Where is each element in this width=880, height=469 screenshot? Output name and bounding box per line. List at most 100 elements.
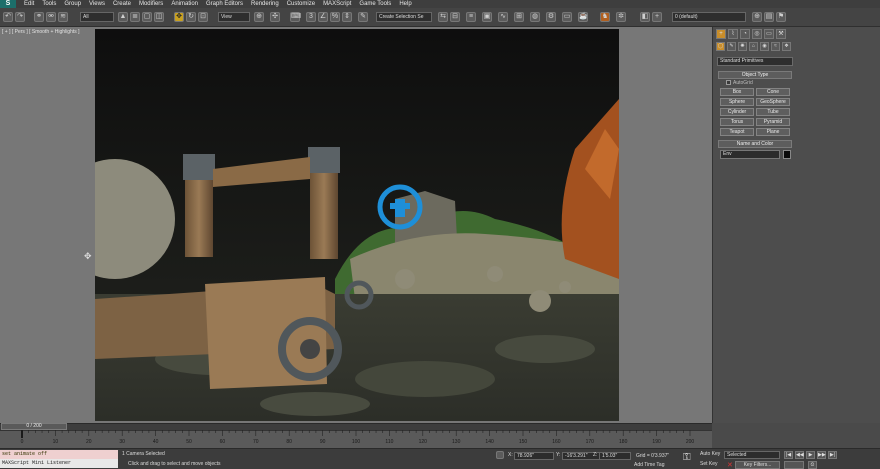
plane-button[interactable]: Plane	[756, 128, 790, 136]
layer-properties-icon[interactable]: ⚑	[776, 12, 786, 22]
selection-region-icon[interactable]: ▢	[142, 12, 152, 22]
reference-coord-select[interactable]: View	[218, 12, 250, 22]
select-manipulate-icon[interactable]: ✣	[270, 12, 280, 22]
box-button[interactable]: Box	[720, 88, 754, 96]
time-slider[interactable]	[0, 423, 712, 430]
auto-key-button[interactable]: Auto Key	[700, 451, 720, 457]
time-slider-thumb[interactable]: 0 / 200	[1, 423, 67, 430]
menu-rendering[interactable]: Rendering	[251, 1, 279, 7]
create-layer-icon[interactable]: +	[652, 12, 662, 22]
layer-add-icon[interactable]: ⊕	[752, 12, 762, 22]
name-and-color-rollout[interactable]: Name and Color	[718, 140, 792, 148]
window-crossing-icon[interactable]: ◫	[154, 12, 164, 22]
redo-icon[interactable]: ↷	[15, 12, 25, 22]
menu-group[interactable]: Group	[64, 1, 81, 7]
pyramid-button[interactable]: Pyramid	[756, 118, 790, 126]
menu-modifiers[interactable]: Modifiers	[139, 1, 163, 7]
render-setup-icon[interactable]: ⚙	[546, 12, 556, 22]
settings-gear-icon[interactable]: ✲	[616, 12, 626, 22]
teapot-button[interactable]: Teapot	[720, 128, 754, 136]
geosphere-button[interactable]: GeoSphere	[756, 98, 790, 106]
graphite-ribbon-icon[interactable]: ▣	[482, 12, 492, 22]
add-time-tag-button[interactable]: Add Time Tag	[634, 462, 664, 468]
current-frame-marker[interactable]	[21, 430, 23, 438]
z-coordinate-field[interactable]: 1'5.03"	[599, 452, 631, 460]
current-frame-field[interactable]	[784, 461, 804, 469]
play-icon[interactable]: ▶	[806, 451, 815, 459]
select-move-icon[interactable]: ✥	[174, 12, 184, 22]
hierarchy-tab-icon[interactable]: ◔	[740, 29, 750, 39]
layer-manager-icon[interactable]: ≡	[466, 12, 476, 22]
cameras-icon[interactable]: ⌂	[749, 42, 758, 51]
systems-icon[interactable]: ❖	[782, 42, 791, 51]
torus-button[interactable]: Torus	[720, 118, 754, 126]
selection-filter-select[interactable]: All	[80, 12, 114, 22]
mirror-icon[interactable]: ⇆	[438, 12, 448, 22]
geometry-icon[interactable]: ◯	[716, 42, 725, 51]
cylinder-button[interactable]: Cylinder	[720, 108, 754, 116]
keyboard-shortcut-icon[interactable]: ⌨	[290, 12, 301, 22]
select-scale-icon[interactable]: ⊡	[198, 12, 208, 22]
perspective-viewport[interactable]	[95, 29, 619, 421]
menu-views[interactable]: Views	[89, 1, 105, 7]
primitive-category-select[interactable]: Standard Primitives	[717, 57, 793, 66]
helpers-icon[interactable]: ◉	[760, 42, 769, 51]
app-logo-button[interactable]: S	[0, 0, 16, 8]
viewport-label[interactable]: [ + ] [ Pers ] [ Smooth + Highlights ]	[2, 29, 80, 35]
link-icon[interactable]: ⚭	[34, 12, 44, 22]
named-selection-sets-select[interactable]: Create Selection Se	[376, 12, 432, 22]
layer-select-objects-icon[interactable]: ▤	[764, 12, 774, 22]
space-warps-icon[interactable]: ≈	[771, 42, 780, 51]
menu-customize[interactable]: Customize	[287, 1, 315, 7]
select-by-name-icon[interactable]: ≣	[130, 12, 140, 22]
schematic-view-icon[interactable]: ⊞	[514, 12, 524, 22]
render-production-icon[interactable]: ☕	[578, 12, 588, 22]
edit-named-selection-icon[interactable]: ✎	[358, 12, 368, 22]
menu-tools[interactable]: Tools	[42, 1, 56, 7]
key-icon[interactable]: ⚿	[683, 452, 691, 463]
create-tab-icon[interactable]: +	[716, 29, 726, 39]
key-mode-select[interactable]: Selected	[724, 451, 780, 459]
menu-graph-editors[interactable]: Graph Editors	[206, 1, 243, 7]
set-key-button[interactable]: Set Key	[700, 461, 718, 467]
motion-tab-icon[interactable]: ◎	[752, 29, 762, 39]
select-rotate-icon[interactable]: ↻	[186, 12, 196, 22]
character-tool-icon[interactable]: ♞	[600, 12, 610, 22]
menu-game-tools[interactable]: Game Tools	[359, 1, 391, 7]
spinner-snap-icon[interactable]: ⇕	[342, 12, 352, 22]
undo-icon[interactable]: ↶	[3, 12, 13, 22]
previous-frame-icon[interactable]: ◀◀	[795, 451, 804, 459]
menu-animation[interactable]: Animation	[171, 1, 198, 7]
layer-select[interactable]: 0 (default)	[672, 12, 746, 22]
display-tab-icon[interactable]: ▭	[764, 29, 774, 39]
pivot-center-icon[interactable]: ⊕	[254, 12, 264, 22]
menu-maxscript[interactable]: MAXScript	[323, 1, 351, 7]
sphere-button[interactable]: Sphere	[720, 98, 754, 106]
object-color-swatch[interactable]	[783, 150, 791, 159]
bind-space-warp-icon[interactable]: ≋	[58, 12, 68, 22]
menu-create[interactable]: Create	[113, 1, 131, 7]
lights-icon[interactable]: ✺	[738, 42, 747, 51]
set-key-red-icon[interactable]: ✕	[727, 461, 733, 469]
menu-edit[interactable]: Edit	[24, 1, 34, 7]
utilities-tab-icon[interactable]: ⚒	[776, 29, 786, 39]
cone-button[interactable]: Cone	[756, 88, 790, 96]
object-name-field[interactable]: Env	[720, 150, 780, 159]
object-type-rollout[interactable]: Object Type	[718, 71, 792, 79]
percent-snap-icon[interactable]: %	[330, 12, 340, 22]
material-editor-icon[interactable]: ◍	[530, 12, 540, 22]
shapes-icon[interactable]: ✎	[727, 42, 736, 51]
menu-help[interactable]: Help	[399, 1, 411, 7]
unlink-icon[interactable]: ⚮	[46, 12, 56, 22]
autogrid-checkbox[interactable]	[726, 80, 731, 85]
align-icon[interactable]: ⊟	[450, 12, 460, 22]
go-to-end-icon[interactable]: ▶|	[828, 451, 837, 459]
tube-button[interactable]: Tube	[756, 108, 790, 116]
lock-selection-icon[interactable]	[496, 451, 504, 459]
go-to-start-icon[interactable]: |◀	[784, 451, 793, 459]
rendered-frame-window-icon[interactable]: ▭	[562, 12, 572, 22]
time-config-icon[interactable]: ⏲	[808, 461, 817, 469]
maxscript-input[interactable]: set animate off	[0, 450, 118, 459]
key-filters-button[interactable]: Key Filters...	[735, 461, 780, 469]
snap-toggle-icon[interactable]: 3	[306, 12, 316, 22]
